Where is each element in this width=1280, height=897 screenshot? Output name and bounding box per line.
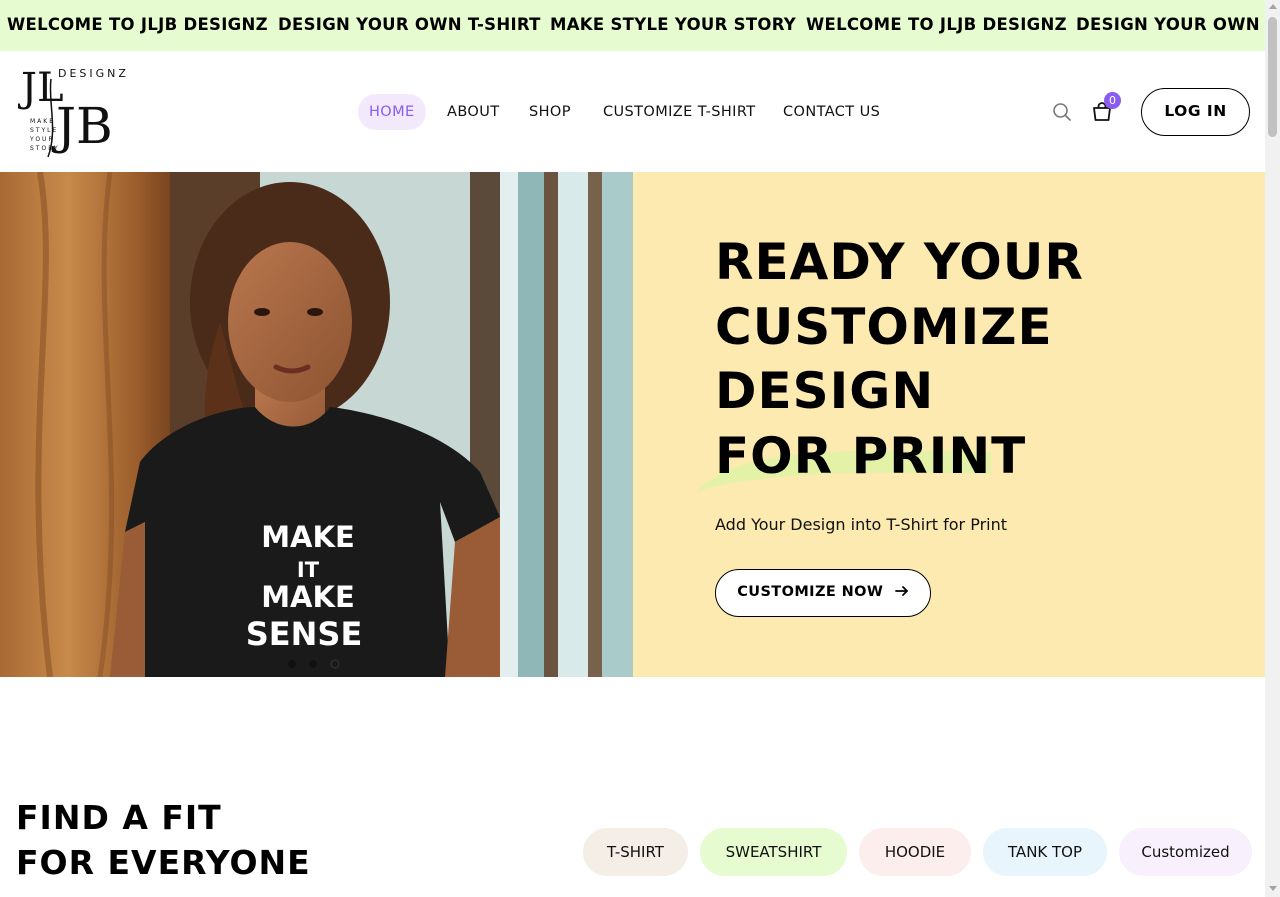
nav-item-customize-t-shirt[interactable]: CUSTOMIZE T-SHIRT bbox=[603, 94, 756, 130]
hero-panel: READY YOUR CUSTOMIZE DESIGN FOR PRINT Ad… bbox=[633, 172, 1265, 677]
nav-item-contact-us[interactable]: CONTACT US bbox=[783, 94, 880, 130]
section-heading-line: FOR EVERYONE bbox=[16, 843, 311, 882]
page-scrollbar[interactable] bbox=[1265, 0, 1280, 897]
shirt-text-line: IT bbox=[297, 558, 320, 582]
search-icon[interactable] bbox=[1052, 102, 1072, 122]
hero-title: READY YOUR CUSTOMIZE DESIGN FOR PRINT bbox=[715, 230, 1195, 488]
slider-dot[interactable] bbox=[288, 660, 296, 668]
site-header: JL DESIGNZ JB MAKE STYLE YOUR STORY HOME… bbox=[0, 51, 1265, 172]
svg-text:MAKE: MAKE bbox=[30, 118, 55, 125]
hero-title-line: DESIGN bbox=[715, 362, 935, 420]
arrow-right-icon bbox=[894, 586, 908, 596]
section-heading: FIND A FIT FOR EVERYONE bbox=[16, 795, 311, 885]
shirt-text-line: MAKE bbox=[261, 580, 355, 614]
category-pill-hoodie[interactable]: HOODIE bbox=[859, 828, 971, 876]
customize-now-button[interactable]: CUSTOMIZE NOW bbox=[715, 569, 931, 617]
nav-item-shop[interactable]: SHOP bbox=[529, 94, 571, 130]
category-pill-sweatshirt[interactable]: SWEATSHIRT bbox=[700, 828, 847, 876]
announcement-marquee: WELCOME TO JLJB DESIGNZ DESIGN YOUR OWN … bbox=[0, 0, 1265, 51]
marquee-item: WELCOME TO JLJB DESIGNZ bbox=[7, 15, 268, 34]
shirt-text-line: SENSE bbox=[246, 615, 363, 653]
site-logo[interactable]: JL DESIGNZ JB MAKE STYLE YOUR STORY bbox=[17, 61, 140, 161]
marquee-item: MAKE STYLE YOUR STORY bbox=[550, 15, 797, 34]
marquee-item: DESIGN YOUR OWN T-SHIRT bbox=[278, 15, 541, 34]
login-button[interactable]: LOG IN bbox=[1141, 88, 1250, 136]
customize-now-label: CUSTOMIZE NOW bbox=[737, 584, 884, 600]
hero-subtitle: Add Your Design into T-Shirt for Print bbox=[715, 515, 1008, 534]
nav-item-home[interactable]: HOME bbox=[358, 94, 426, 130]
svg-text:JB: JB bbox=[51, 97, 113, 155]
nav-item-about[interactable]: ABOUT bbox=[447, 94, 500, 130]
marquee-item: DESIGN YOUR OWN T-S bbox=[1076, 15, 1265, 34]
hero-title-line: READY YOUR bbox=[715, 233, 1084, 291]
category-pill-tank-top[interactable]: TANK TOP bbox=[983, 828, 1107, 876]
marquee-item: WELCOME TO JLJB DESIGNZ bbox=[806, 15, 1067, 34]
svg-text:YOUR: YOUR bbox=[29, 136, 55, 143]
scroll-thumb[interactable] bbox=[1268, 17, 1277, 137]
shirt-text-line: MAKE bbox=[261, 520, 355, 554]
slider-dot[interactable] bbox=[309, 660, 317, 668]
hero-title-line: CUSTOMIZE bbox=[715, 297, 1053, 356]
scroll-up-arrow[interactable] bbox=[1269, 4, 1277, 9]
category-pill-customized[interactable]: Customized bbox=[1119, 828, 1252, 876]
hero-title-line: FOR PRINT bbox=[715, 426, 1027, 485]
svg-text:STORY: STORY bbox=[30, 145, 60, 152]
section-heading-line: FIND A FIT bbox=[16, 798, 222, 837]
cart-count-badge: 0 bbox=[1104, 92, 1121, 109]
scroll-down-arrow[interactable] bbox=[1269, 886, 1277, 891]
svg-text:STYLE: STYLE bbox=[30, 127, 58, 134]
svg-text:DESIGNZ: DESIGNZ bbox=[58, 67, 129, 80]
hero-image: MAKE IT MAKE SENSE bbox=[0, 172, 633, 677]
category-pill-t-shirt[interactable]: T-SHIRT bbox=[583, 828, 688, 876]
